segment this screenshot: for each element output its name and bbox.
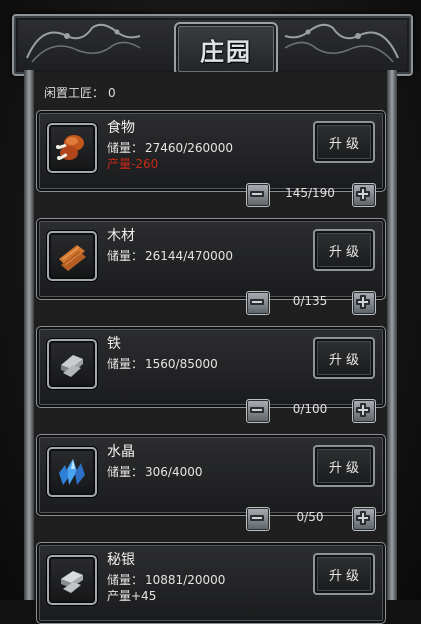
storage-label: 储量： bbox=[107, 141, 144, 155]
upgrade-button-wood[interactable]: 升级 bbox=[313, 229, 375, 271]
decrease-workers-button[interactable] bbox=[246, 291, 270, 315]
worker-count: 0/135 bbox=[292, 294, 328, 308]
increase-workers-button[interactable] bbox=[352, 399, 376, 423]
minus-icon bbox=[250, 407, 264, 413]
resource-storage: 储量： 306/4000 bbox=[107, 463, 203, 480]
idle-artisans-label: 闲置工匠： bbox=[44, 86, 105, 100]
ornament-right-icon bbox=[284, 23, 399, 63]
resource-name: 秘银 bbox=[107, 552, 135, 568]
upgrade-button-crystal[interactable]: 升级 bbox=[313, 445, 375, 487]
storage-value: 1560/85000 bbox=[145, 357, 218, 371]
resource-name: 铁 bbox=[107, 336, 121, 352]
storage-label: 储量： bbox=[107, 357, 144, 371]
resource-icon-box bbox=[47, 447, 97, 497]
idle-artisans: 闲置工匠： 0 bbox=[44, 84, 116, 101]
ornament-left-icon bbox=[26, 23, 141, 63]
meat-icon bbox=[56, 135, 84, 160]
increase-workers-button[interactable] bbox=[352, 183, 376, 207]
resource-storage: 储量： 10881/20000 bbox=[107, 571, 225, 588]
worker-stepper-crystal: 0/50 bbox=[36, 506, 384, 532]
decrease-workers-button[interactable] bbox=[246, 399, 270, 423]
worker-count: 0/100 bbox=[292, 402, 328, 416]
mithril-ingot-icon bbox=[61, 571, 83, 593]
page-title: 庄园 bbox=[200, 36, 252, 66]
increase-workers-button[interactable] bbox=[352, 507, 376, 531]
resource-card-wood: 木材 储量： 26144/470000 升级 bbox=[36, 218, 386, 300]
minus-icon bbox=[250, 191, 264, 197]
resource-storage: 储量： 27460/260000 bbox=[107, 139, 233, 156]
plus-icon bbox=[356, 403, 370, 417]
storage-value: 306/4000 bbox=[145, 465, 203, 479]
minus-icon bbox=[250, 515, 264, 521]
title-plate: 庄园 bbox=[174, 22, 278, 76]
resource-card-iron: 铁 储量： 1560/85000 升级 bbox=[36, 326, 386, 408]
iron-ingot-icon bbox=[61, 355, 83, 377]
worker-count: 0/50 bbox=[296, 510, 324, 524]
worker-count: 145/190 bbox=[285, 186, 335, 200]
resource-storage: 储量： 1560/85000 bbox=[107, 355, 218, 372]
increase-workers-button[interactable] bbox=[352, 291, 376, 315]
worker-stepper-iron: 0/100 bbox=[36, 398, 384, 424]
frame-rail-right bbox=[387, 70, 397, 600]
resource-name: 木材 bbox=[107, 228, 135, 244]
plus-icon bbox=[356, 511, 370, 525]
resource-card-crystal: 水晶 储量： 306/4000 升级 bbox=[36, 434, 386, 516]
resource-icon-box bbox=[47, 123, 97, 173]
resource-production: 产量+45 bbox=[107, 589, 157, 603]
plus-icon bbox=[356, 187, 370, 201]
storage-label: 储量： bbox=[107, 573, 144, 587]
upgrade-button-iron[interactable]: 升级 bbox=[313, 337, 375, 379]
resource-storage: 储量： 26144/470000 bbox=[107, 247, 233, 264]
resource-icon-box bbox=[47, 231, 97, 281]
resource-card-mithril: 秘银 储量： 10881/20000 产量+45 升级 bbox=[36, 542, 386, 624]
worker-stepper-wood: 0/135 bbox=[36, 290, 384, 316]
minus-icon bbox=[250, 299, 264, 305]
resource-icon-box bbox=[47, 339, 97, 389]
resource-production: 产量-260 bbox=[107, 157, 159, 171]
worker-stepper-food: 145/190 bbox=[36, 182, 384, 208]
decrease-workers-button[interactable] bbox=[246, 507, 270, 531]
decrease-workers-button[interactable] bbox=[246, 183, 270, 207]
upgrade-button-food[interactable]: 升级 bbox=[313, 121, 375, 163]
idle-artisans-count: 0 bbox=[108, 86, 116, 100]
resource-name: 水晶 bbox=[107, 444, 135, 460]
storage-value: 26144/470000 bbox=[145, 249, 234, 263]
frame-rail-left bbox=[24, 70, 34, 600]
resource-name: 食物 bbox=[107, 120, 135, 136]
crystal-icon bbox=[59, 459, 85, 485]
storage-value: 27460/260000 bbox=[145, 141, 234, 155]
wood-planks-icon bbox=[59, 245, 86, 271]
title-banner: 庄园 bbox=[12, 14, 413, 76]
storage-label: 储量： bbox=[107, 465, 144, 479]
storage-label: 储量： bbox=[107, 249, 144, 263]
plus-icon bbox=[356, 295, 370, 309]
upgrade-button-mithril[interactable]: 升级 bbox=[313, 553, 375, 595]
storage-value: 10881/20000 bbox=[145, 573, 226, 587]
resource-icon-box bbox=[47, 555, 97, 605]
resource-card-food: 食物 储量： 27460/260000 产量-260 升级 bbox=[36, 110, 386, 192]
